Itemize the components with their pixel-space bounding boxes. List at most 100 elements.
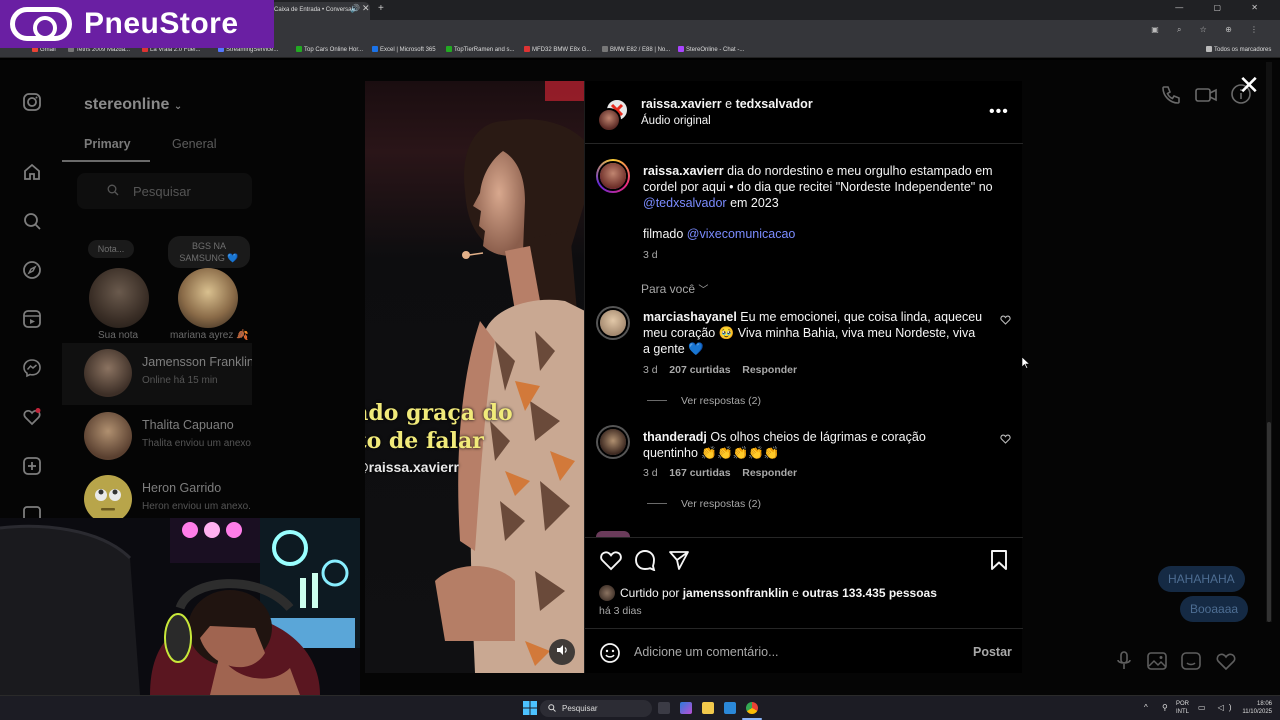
bookmark-item[interactable]: TopTierRamen and s... [446,46,514,53]
avatar[interactable] [178,268,238,328]
post-detail-panel: raissa.xavierr e tedxsalvador Áudio orig… [584,81,1023,673]
tab-primary[interactable]: Primary [84,137,131,151]
caption-text: em 2023 [730,196,779,210]
tray-icons[interactable]: ^ ⚲ [1144,703,1174,712]
tab-close-icon[interactable]: ✕ [362,3,370,14]
video-call-icon[interactable] [1194,84,1218,111]
reels-icon[interactable] [22,309,42,329]
comment-meta: 3 d 167 curtidas Responder [643,467,797,479]
avatar[interactable] [596,159,630,193]
create-icon[interactable] [22,456,42,476]
thread-preview: Thalita enviou um anexo. [142,438,252,449]
comment-like-heart-icon[interactable] [999,315,1011,327]
close-modal-icon[interactable]: ✕ [1236,72,1262,98]
new-tab-icon[interactable]: + [378,3,384,14]
reel-video[interactable]: Fazendo graça do jeito de falar @raissa.… [365,81,585,673]
comment-timestamp: 3 d [643,364,658,376]
note-bubble-mariana[interactable]: BGS NA SAMSUNG 💙 [168,236,250,268]
bookmark-label: MFD32 BMW E8x G... [532,47,592,53]
language-indicator[interactable]: POR INTL [1176,700,1189,716]
username-link[interactable]: raissa.xavierr [641,97,722,111]
bookmark-item[interactable]: Top Cars Online Hor... [296,46,363,53]
caption-timestamp[interactable]: 3 d [643,249,658,261]
image-icon[interactable] [1146,651,1168,676]
save-bookmark-icon[interactable] [989,549,1009,576]
tab-general[interactable]: General [172,137,216,151]
clock-time: 18:06 [1256,701,1272,707]
avatar[interactable] [597,98,631,132]
bookmark-item[interactable]: Excel | Microsoft 365 [372,46,436,53]
bookmark-label: TopTierRamen and s... [454,47,515,53]
share-send-icon[interactable] [668,549,690,576]
bookmark-item[interactable]: MFD32 BMW E8x G... [524,46,591,53]
for-you-filter[interactable]: Para você ﹀ [641,281,708,296]
instagram-logo-icon[interactable] [22,92,42,112]
account-name[interactable]: stereonline ⌄ [84,96,182,114]
username-link[interactable]: jamenssonfranklin [683,586,789,600]
username-link[interactable]: marciashayanel [643,310,737,324]
emoji-icon[interactable] [599,642,621,669]
search-input[interactable]: Pesquisar [77,173,252,209]
sticker-icon[interactable] [1180,651,1202,676]
home-icon[interactable] [22,162,42,182]
mention-link[interactable]: @tedxsalvador [643,196,727,210]
post-timestamp[interactable]: há 3 dias [599,605,642,617]
comment-like-heart-icon[interactable] [999,434,1011,446]
mention-link[interactable]: @vixecomunicacao [687,227,796,241]
all-bookmarks[interactable]: Todos os marcadores [1206,46,1271,53]
messenger-icon[interactable] [22,358,42,378]
username-link[interactable]: thanderadj [643,430,707,444]
tab-primary-underline [62,160,150,162]
more-options-icon[interactable]: ••• [989,103,1009,121]
bookmark-item[interactable]: BMW E82 / E88 | No... [602,46,670,53]
windows-start-icon[interactable] [523,701,537,720]
avatar [84,412,132,460]
thread-row-active[interactable]: Jamensson Franklin Online há 15 min [62,343,254,405]
mouse-cursor-icon [1021,356,1031,374]
chat-bubble: HAHAHAHA [1158,566,1245,592]
browser-toolbar-icons[interactable]: ▣ ⌕ ☆ ⊕ ⋮ [1151,25,1266,35]
store-icon[interactable] [724,702,736,714]
comment-input[interactable]: Adicione um comentário... [634,645,934,659]
taskbar-search[interactable]: Pesquisar [540,700,652,717]
microphone-icon[interactable] [1114,650,1134,677]
username-link[interactable]: tedxsalvador [736,97,813,111]
view-replies-button[interactable]: Ver respostas (2) [681,395,761,407]
comment-likes[interactable]: 167 curtidas [669,467,730,479]
username-link[interactable]: raissa.xavierr [643,164,724,178]
comment-icon[interactable] [634,549,656,576]
copilot-icon[interactable] [680,702,692,714]
taskbar-clock[interactable]: 18:06 11/10/2025 [1242,700,1272,716]
avatar[interactable] [596,425,630,459]
note-bubble-self[interactable]: Nota... [88,240,134,258]
bookmark-item[interactable]: StereOnline - Chat -... [678,46,744,53]
task-view-icon[interactable] [658,702,670,714]
reply-button[interactable]: Responder [742,467,797,479]
mute-toggle-icon[interactable] [549,639,575,665]
call-icon[interactable] [1160,84,1182,111]
audio-label[interactable]: Áudio original [641,115,711,127]
avatar[interactable] [89,268,149,328]
view-replies-button[interactable]: Ver respostas (2) [681,498,761,510]
comment-likes[interactable]: 207 curtidas [669,364,730,376]
scrollbar-thumb[interactable] [1267,422,1271,622]
likes-count-link[interactable]: outras 133.435 pessoas [802,586,937,600]
bookmark-favicon-icon [602,46,608,52]
tab-audio-icon[interactable]: 🔊 [350,4,360,13]
file-explorer-icon[interactable] [702,702,714,714]
like-heart-icon[interactable] [599,549,623,576]
post-comment-button[interactable]: Postar [973,645,1012,659]
search-icon[interactable] [22,211,42,231]
chrome-icon[interactable] [746,702,758,714]
page-scrollbar[interactable] [1266,62,1272,622]
reply-button[interactable]: Responder [742,364,797,376]
bookmark-label: Excel | Microsoft 365 [380,47,436,53]
avatar[interactable] [596,306,630,340]
like-heart-icon[interactable] [1215,651,1237,676]
list-item[interactable]: Thalita Capuano Thalita enviou um anexo. [62,406,252,468]
network-volume-icons[interactable]: ▭ ◁) [1198,703,1237,712]
avatar[interactable] [599,585,615,601]
notifications-heart-icon[interactable] [22,407,42,427]
explore-icon[interactable] [22,260,42,280]
window-controls-icon[interactable]: — ▢ ✕ [1175,3,1272,12]
